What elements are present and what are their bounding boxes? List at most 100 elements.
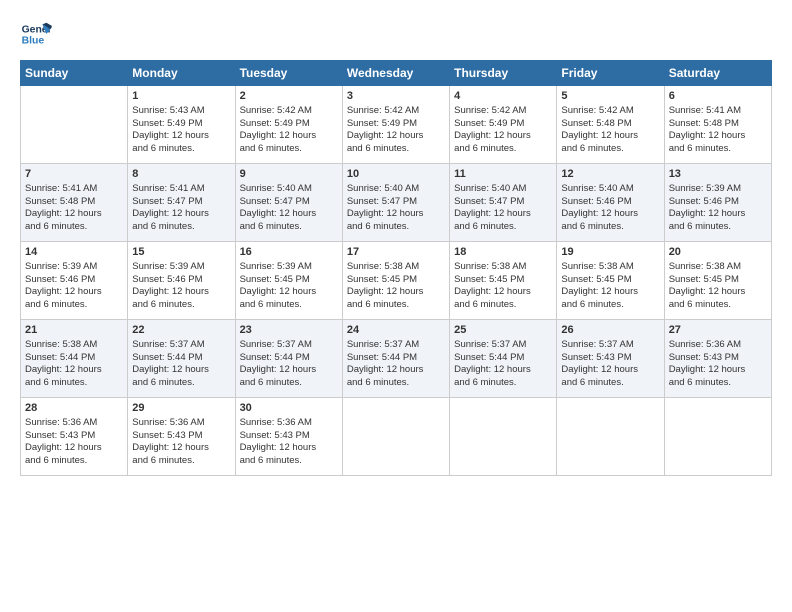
day-info: Daylight: 12 hours <box>347 208 445 221</box>
day-info: and 6 minutes. <box>25 455 123 468</box>
day-cell: 19Sunrise: 5:38 AMSunset: 5:45 PMDayligh… <box>557 242 664 320</box>
day-info: Daylight: 12 hours <box>132 130 230 143</box>
day-info: and 6 minutes. <box>347 143 445 156</box>
day-info: Sunrise: 5:36 AM <box>240 417 338 430</box>
day-number: 3 <box>347 89 445 104</box>
day-number: 16 <box>240 245 338 260</box>
col-header-tuesday: Tuesday <box>235 61 342 86</box>
day-info: Sunset: 5:46 PM <box>669 196 767 209</box>
day-number: 1 <box>132 89 230 104</box>
day-number: 14 <box>25 245 123 260</box>
day-cell: 28Sunrise: 5:36 AMSunset: 5:43 PMDayligh… <box>21 398 128 476</box>
day-info: Sunrise: 5:41 AM <box>132 183 230 196</box>
day-info: Sunrise: 5:38 AM <box>454 261 552 274</box>
day-number: 27 <box>669 323 767 338</box>
day-info: Sunset: 5:44 PM <box>454 352 552 365</box>
day-info: and 6 minutes. <box>454 143 552 156</box>
day-info: and 6 minutes. <box>240 143 338 156</box>
day-info: Sunset: 5:49 PM <box>454 118 552 131</box>
day-cell: 23Sunrise: 5:37 AMSunset: 5:44 PMDayligh… <box>235 320 342 398</box>
day-cell: 26Sunrise: 5:37 AMSunset: 5:43 PMDayligh… <box>557 320 664 398</box>
day-number: 25 <box>454 323 552 338</box>
day-info: Daylight: 12 hours <box>669 286 767 299</box>
day-number: 6 <box>669 89 767 104</box>
day-info: Daylight: 12 hours <box>132 442 230 455</box>
day-info: Sunset: 5:47 PM <box>454 196 552 209</box>
day-info: and 6 minutes. <box>132 377 230 390</box>
day-number: 21 <box>25 323 123 338</box>
col-header-wednesday: Wednesday <box>342 61 449 86</box>
day-cell: 21Sunrise: 5:38 AMSunset: 5:44 PMDayligh… <box>21 320 128 398</box>
day-cell: 9Sunrise: 5:40 AMSunset: 5:47 PMDaylight… <box>235 164 342 242</box>
day-info: and 6 minutes. <box>561 143 659 156</box>
day-cell <box>450 398 557 476</box>
day-number: 7 <box>25 167 123 182</box>
day-info: Daylight: 12 hours <box>25 442 123 455</box>
col-header-monday: Monday <box>128 61 235 86</box>
day-info: Sunset: 5:44 PM <box>132 352 230 365</box>
day-info: Sunset: 5:45 PM <box>240 274 338 287</box>
day-info: Sunrise: 5:37 AM <box>132 339 230 352</box>
day-number: 28 <box>25 401 123 416</box>
day-info: Daylight: 12 hours <box>561 208 659 221</box>
day-info: and 6 minutes. <box>347 221 445 234</box>
day-cell: 27Sunrise: 5:36 AMSunset: 5:43 PMDayligh… <box>664 320 771 398</box>
day-info: Sunset: 5:47 PM <box>347 196 445 209</box>
day-cell: 4Sunrise: 5:42 AMSunset: 5:49 PMDaylight… <box>450 86 557 164</box>
day-info: Sunrise: 5:36 AM <box>132 417 230 430</box>
calendar-table: SundayMondayTuesdayWednesdayThursdayFrid… <box>20 60 772 476</box>
day-info: and 6 minutes. <box>561 221 659 234</box>
day-info: Daylight: 12 hours <box>454 286 552 299</box>
day-info: and 6 minutes. <box>25 221 123 234</box>
day-cell: 14Sunrise: 5:39 AMSunset: 5:46 PMDayligh… <box>21 242 128 320</box>
day-info: Sunset: 5:48 PM <box>669 118 767 131</box>
day-info: Daylight: 12 hours <box>132 286 230 299</box>
day-info: Sunrise: 5:42 AM <box>347 105 445 118</box>
day-info: Sunrise: 5:38 AM <box>25 339 123 352</box>
day-number: 15 <box>132 245 230 260</box>
logo-icon: General Blue <box>20 18 52 50</box>
day-cell: 17Sunrise: 5:38 AMSunset: 5:45 PMDayligh… <box>342 242 449 320</box>
day-info: and 6 minutes. <box>240 377 338 390</box>
day-info: Sunrise: 5:41 AM <box>669 105 767 118</box>
day-info: Sunrise: 5:36 AM <box>25 417 123 430</box>
day-cell: 29Sunrise: 5:36 AMSunset: 5:43 PMDayligh… <box>128 398 235 476</box>
day-number: 26 <box>561 323 659 338</box>
day-info: Sunrise: 5:40 AM <box>240 183 338 196</box>
day-info: Daylight: 12 hours <box>669 130 767 143</box>
day-info: and 6 minutes. <box>132 143 230 156</box>
day-cell: 3Sunrise: 5:42 AMSunset: 5:49 PMDaylight… <box>342 86 449 164</box>
day-info: Sunset: 5:45 PM <box>454 274 552 287</box>
day-info: Sunset: 5:44 PM <box>347 352 445 365</box>
day-info: Daylight: 12 hours <box>132 364 230 377</box>
day-number: 9 <box>240 167 338 182</box>
page: General Blue SundayMondayTuesdayWednesda… <box>0 0 792 612</box>
logo: General Blue <box>20 18 52 50</box>
day-info: Sunset: 5:46 PM <box>132 274 230 287</box>
week-row-1: 1Sunrise: 5:43 AMSunset: 5:49 PMDaylight… <box>21 86 772 164</box>
day-info: and 6 minutes. <box>669 299 767 312</box>
day-info: and 6 minutes. <box>240 455 338 468</box>
day-info: Daylight: 12 hours <box>240 364 338 377</box>
day-number: 18 <box>454 245 552 260</box>
day-info: Sunrise: 5:40 AM <box>561 183 659 196</box>
day-info: Daylight: 12 hours <box>25 364 123 377</box>
day-info: and 6 minutes. <box>240 221 338 234</box>
day-info: Sunset: 5:44 PM <box>25 352 123 365</box>
day-number: 2 <box>240 89 338 104</box>
col-header-friday: Friday <box>557 61 664 86</box>
day-info: and 6 minutes. <box>669 221 767 234</box>
day-cell: 8Sunrise: 5:41 AMSunset: 5:47 PMDaylight… <box>128 164 235 242</box>
day-number: 24 <box>347 323 445 338</box>
day-cell: 22Sunrise: 5:37 AMSunset: 5:44 PMDayligh… <box>128 320 235 398</box>
day-info: and 6 minutes. <box>454 299 552 312</box>
header: General Blue <box>20 18 772 50</box>
day-number: 22 <box>132 323 230 338</box>
day-info: Daylight: 12 hours <box>561 286 659 299</box>
day-info: Sunset: 5:46 PM <box>561 196 659 209</box>
day-number: 5 <box>561 89 659 104</box>
svg-text:Blue: Blue <box>22 36 45 47</box>
day-info: Sunset: 5:44 PM <box>240 352 338 365</box>
day-cell: 10Sunrise: 5:40 AMSunset: 5:47 PMDayligh… <box>342 164 449 242</box>
day-info: Sunset: 5:45 PM <box>347 274 445 287</box>
